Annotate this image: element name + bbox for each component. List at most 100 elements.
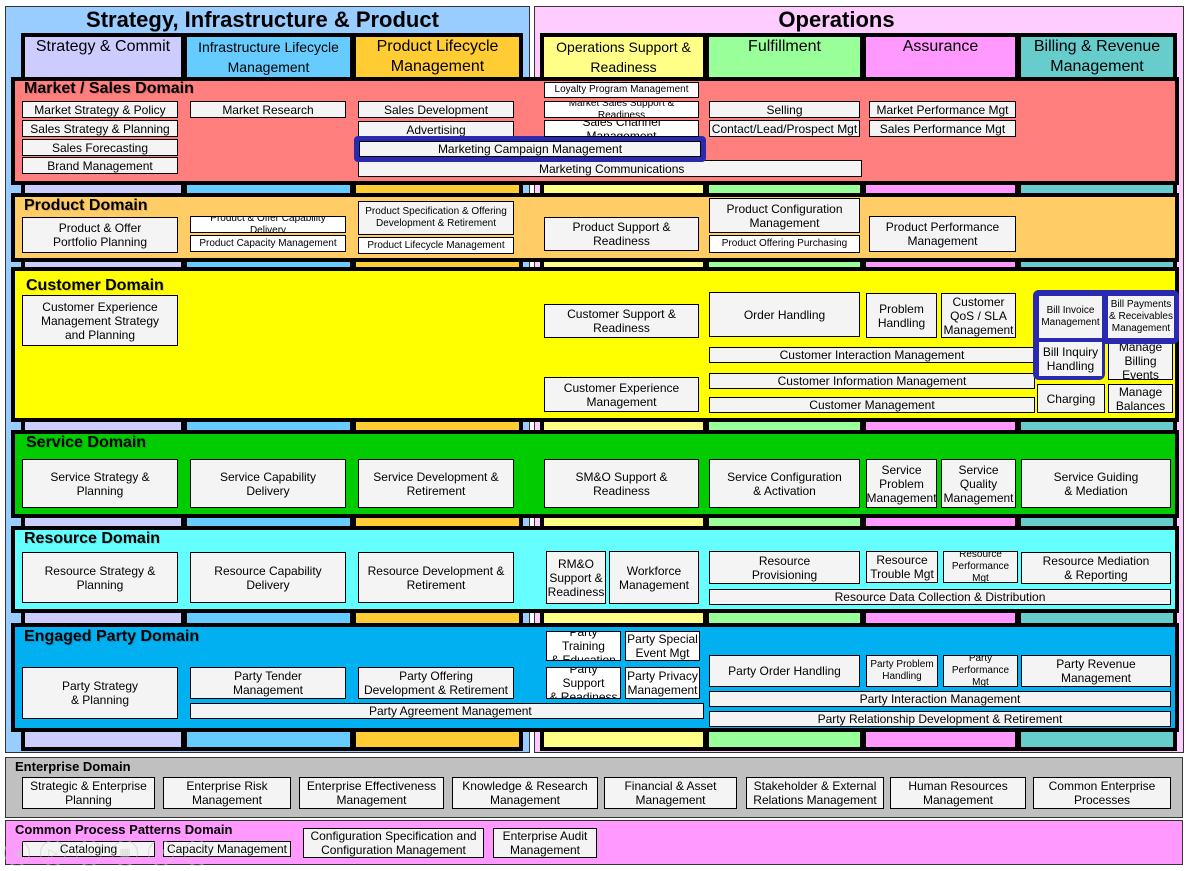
process-box[interactable]: Party Offering Development & Retirement [358,667,514,699]
process-box[interactable]: Product Capacity Management [190,235,346,252]
process-box-highlighted[interactable]: Bill Invoice Management [1039,296,1102,338]
process-box[interactable]: Product & Offer Portfolio Planning [22,217,178,253]
process-box[interactable]: Loyalty Program Management [544,82,699,98]
process-box[interactable]: Market Research [190,101,346,118]
process-box[interactable]: Brand Management [22,157,178,174]
enterprise-domain-title: Enterprise Domain [15,759,131,774]
process-box[interactable]: Resource Data Collection & Distribution [709,589,1171,605]
process-box[interactable]: Market Strategy & Policy [22,101,178,118]
process-box[interactable]: Problem Handling [866,293,937,338]
process-box[interactable]: Strategic & Enterprise Planning [22,777,155,809]
process-box[interactable]: Resource Strategy & Planning [22,552,178,603]
process-box[interactable]: Common Enterprise Processes [1033,777,1171,809]
process-box[interactable]: Product Performance Management [869,216,1016,252]
process-box[interactable]: Sales Development [358,101,514,118]
process-box-highlighted[interactable]: Marketing Campaign Management [359,141,701,157]
process-box[interactable]: Service Problem Management [866,459,937,508]
process-box[interactable]: Marketing Communications [358,160,862,177]
process-box[interactable]: Service Configuration & Activation [709,459,860,508]
process-box[interactable]: Party Revenue Management [1021,655,1171,687]
process-box[interactable]: Market Sales Support & Readiness [544,101,699,118]
process-box[interactable]: Product & Offer Capability Delivery [190,216,346,233]
process-box[interactable]: Customer Interaction Management [709,347,1035,363]
process-box[interactable]: Charging [1037,384,1105,413]
process-box[interactable]: Configuration Specification and Configur… [303,828,484,858]
process-box-highlighted[interactable]: Bill Inquiry Handling [1039,342,1102,376]
process-box[interactable]: Order Handling [709,292,860,337]
process-box[interactable]: Party Tender Management [190,667,346,699]
previous-icon[interactable]: ◀ [4,840,30,866]
process-box[interactable]: Resource Capability Delivery [190,552,346,603]
more-icon[interactable]: ⋯ [184,840,210,866]
vertical-label-infrastructure-lifecycle: Infrastructure Lifecycle Management [198,39,339,75]
process-box[interactable]: Service Quality Management [941,459,1016,508]
process-box[interactable]: Human Resources Management [890,777,1026,809]
process-box[interactable]: Product Offering Purchasing [709,235,860,253]
process-box[interactable]: Customer Experience Management Strategy … [22,295,178,346]
process-box[interactable]: Party Relationship Development & Retirem… [709,711,1171,727]
slides-icon[interactable]: ▦ [112,840,138,866]
common-process-patterns-title: Common Process Patterns Domain [15,822,233,837]
process-box[interactable]: Party Agreement Management [190,703,704,719]
process-box[interactable]: Financial & Asset Management [604,777,737,809]
vertical-label-assurance: Assurance [902,38,979,55]
process-box[interactable]: Capacity Management [163,841,291,857]
process-box[interactable]: Customer Information Management [709,373,1035,389]
process-box[interactable]: Party Problem Handling [866,655,938,687]
process-box[interactable]: Stakeholder & External Relations Managem… [746,777,884,809]
process-box[interactable]: RM&O Support & Readiness [546,551,606,604]
customer-domain-title: Customer Domain [26,277,164,294]
process-box[interactable]: Manage Billing Events [1108,342,1173,380]
pen-icon[interactable]: ✎ [76,840,102,866]
process-box[interactable]: Customer Management [709,397,1035,413]
process-box[interactable]: Service Strategy & Planning [22,459,178,508]
vertical-label-product-lifecycle: Product Lifecycle Management [376,38,499,75]
process-box[interactable]: Product Configuration Management [709,198,860,233]
process-box[interactable]: Enterprise Audit Management [493,828,597,858]
service-domain-title: Service Domain [26,434,147,451]
process-box[interactable]: Service Guiding & Mediation [1021,459,1171,508]
process-box[interactable]: Service Capability Delivery [190,459,346,508]
process-box[interactable]: Sales Strategy & Planning [22,120,178,137]
process-box[interactable]: Knowledge & Research Management [452,777,598,809]
process-box[interactable]: Party Privacy Management [625,667,700,699]
process-box[interactable]: Product Support & Readiness [544,217,699,251]
process-box[interactable]: Sales Forecasting [22,139,178,156]
process-box-highlighted[interactable]: Bill Payments & Receivables Management [1108,296,1174,338]
product-domain-title: Product Domain [24,197,148,214]
process-box[interactable]: Party Performance Mgt [943,655,1018,687]
vertical-label-strategy-commit: Strategy & Commit [35,38,171,55]
process-box[interactable]: Service Development & Retirement [358,459,514,508]
process-box[interactable]: Product Lifecycle Management [358,237,514,254]
process-box[interactable]: Party Interaction Management [709,691,1171,707]
process-box[interactable]: Resource Mediation & Reporting [1021,552,1171,584]
process-box[interactable]: Enterprise Risk Management [163,777,291,809]
process-box[interactable]: Party Order Handling [709,655,860,687]
process-box[interactable]: Resource Provisioning [709,551,860,584]
vertical-label-fulfillment: Fulfillment [748,38,821,55]
process-box[interactable]: Resource Trouble Mgt [866,551,938,583]
process-box[interactable]: Sales Performance Mgt [869,120,1016,137]
process-box[interactable]: Customer QoS / SLA Management [941,293,1016,338]
process-box[interactable]: Customer Experience Management [544,377,699,412]
process-box[interactable]: Party Strategy & Planning [22,667,178,719]
vertical-label-operations-support: Operations Support & Readiness [556,39,691,75]
process-box[interactable]: Resource Performance Mgt [943,551,1018,583]
process-box[interactable]: Enterprise Effectiveness Management [299,777,444,809]
strategy-infrastructure-product-title: Strategy, Infrastructure & Product [86,7,439,32]
process-box[interactable]: SM&O Support & Readiness [544,459,699,508]
process-box[interactable]: Product Specification & Offering Develop… [358,201,514,235]
process-box[interactable]: Party Special Event Mgt [625,631,700,661]
next-icon[interactable]: ▷ [40,840,66,866]
zoom-icon[interactable]: ⚲ [148,840,174,866]
process-box[interactable]: Manage Balances [1108,384,1173,413]
process-box[interactable]: Contact/Lead/Prospect Mgt [709,120,860,137]
process-box[interactable]: Party Support & Readiness [546,667,621,699]
process-box[interactable]: Sales Channel Management [544,120,699,137]
process-box[interactable]: Customer Support & Readiness [544,304,699,338]
process-box[interactable]: Party Training & Education [546,631,621,661]
process-box[interactable]: Resource Development & Retirement [358,552,514,603]
process-box[interactable]: Workforce Management [609,551,699,604]
process-box[interactable]: Selling [709,101,860,118]
process-box[interactable]: Market Performance Mgt [869,101,1016,118]
